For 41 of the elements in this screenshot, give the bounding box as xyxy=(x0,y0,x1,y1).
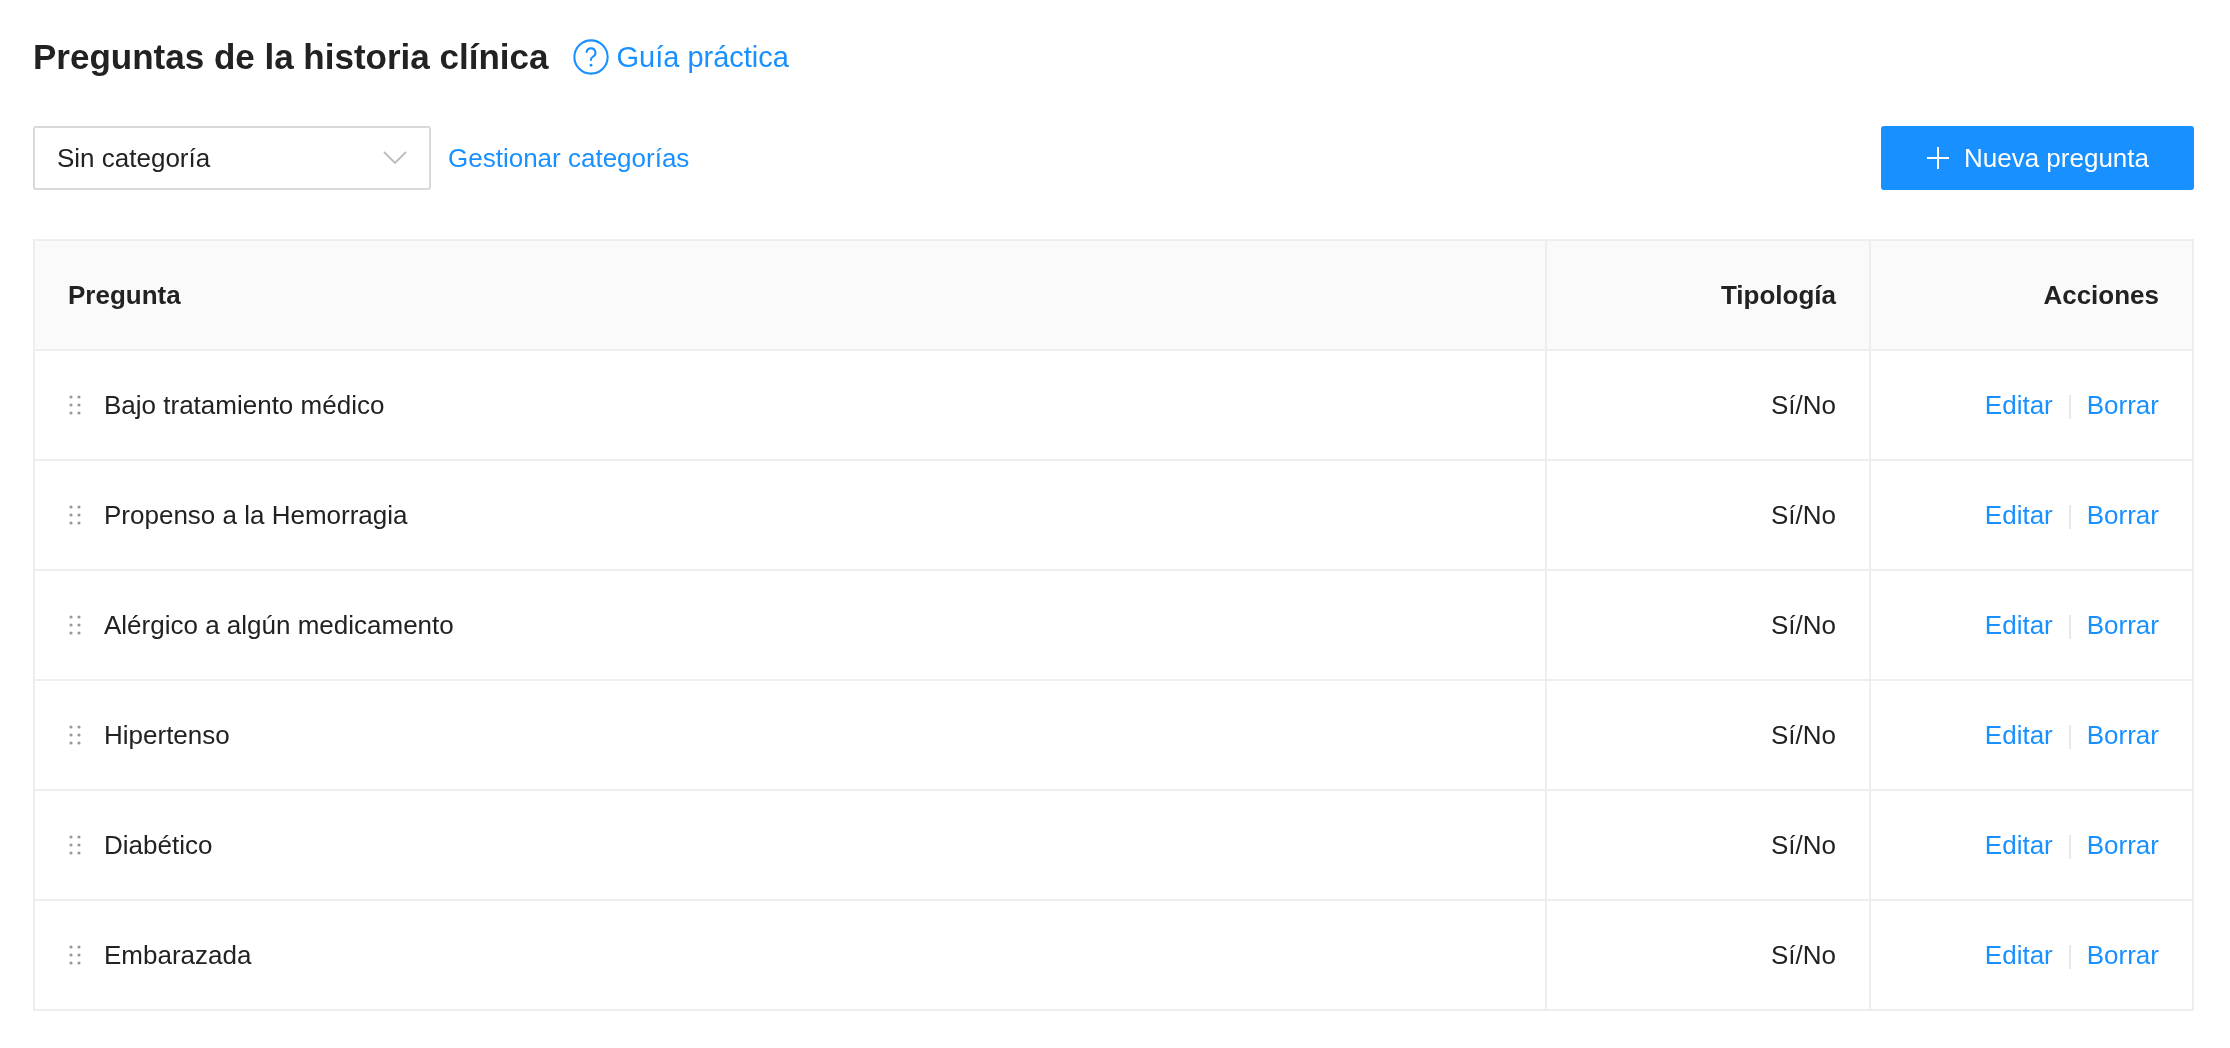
table-cell: Sí/No xyxy=(1546,680,1870,790)
question-text: Embarazada xyxy=(104,939,252,971)
column-header: Pregunta xyxy=(34,240,1546,350)
delete-link[interactable]: Borrar xyxy=(2086,499,2159,530)
plus-icon xyxy=(1926,146,1950,170)
delete-link[interactable]: Borrar xyxy=(2086,829,2159,860)
new-question-button[interactable]: Nueva pregunta xyxy=(1881,126,2194,190)
table-cell: Sí/No xyxy=(1546,790,1870,900)
drag-handle-icon[interactable] xyxy=(68,944,82,966)
edit-link[interactable]: Editar xyxy=(1984,499,2053,530)
chevron-down-icon xyxy=(383,151,407,165)
help-icon xyxy=(572,38,611,76)
table-cell: Sí/No xyxy=(1546,900,1870,1010)
column-header: Acciones xyxy=(1870,240,2193,350)
edit-link[interactable]: Editar xyxy=(1984,389,2053,420)
question-text: Alérgico a algún medicamento xyxy=(104,609,454,641)
edit-link[interactable]: Editar xyxy=(1984,939,2053,970)
column-header: Tipología xyxy=(1546,240,1870,350)
edit-link[interactable]: Editar xyxy=(1984,719,2053,750)
drag-handle-icon[interactable] xyxy=(68,394,82,416)
delete-link[interactable]: Borrar xyxy=(2086,609,2159,640)
delete-link[interactable]: Borrar xyxy=(2086,389,2159,420)
question-text: Propenso a la Hemorragia xyxy=(104,499,408,531)
drag-handle-icon[interactable] xyxy=(68,724,82,746)
delete-link[interactable]: Borrar xyxy=(2086,939,2159,970)
help-link[interactable]: Guía práctica xyxy=(572,38,789,76)
table-cell: Sí/No xyxy=(1546,460,1870,570)
drag-handle-icon[interactable] xyxy=(68,834,82,856)
drag-handle-icon[interactable] xyxy=(68,614,82,636)
category-select[interactable]: Sin categoría xyxy=(33,126,431,190)
drag-handle-icon[interactable] xyxy=(68,504,82,526)
table-cell: Sí/No xyxy=(1546,350,1870,460)
page-title: Preguntas de la historia clínica xyxy=(33,37,549,77)
edit-link[interactable]: Editar xyxy=(1984,829,2053,860)
edit-link[interactable]: Editar xyxy=(1984,609,2053,640)
table-cell: Sí/No xyxy=(1546,570,1870,680)
manage-categories-link[interactable]: Gestionar categorías xyxy=(448,142,690,174)
question-text: Diabético xyxy=(104,829,213,861)
delete-link[interactable]: Borrar xyxy=(2086,719,2159,750)
question-text: Bajo tratamiento médico xyxy=(104,389,385,421)
question-text: Hipertenso xyxy=(104,719,230,751)
